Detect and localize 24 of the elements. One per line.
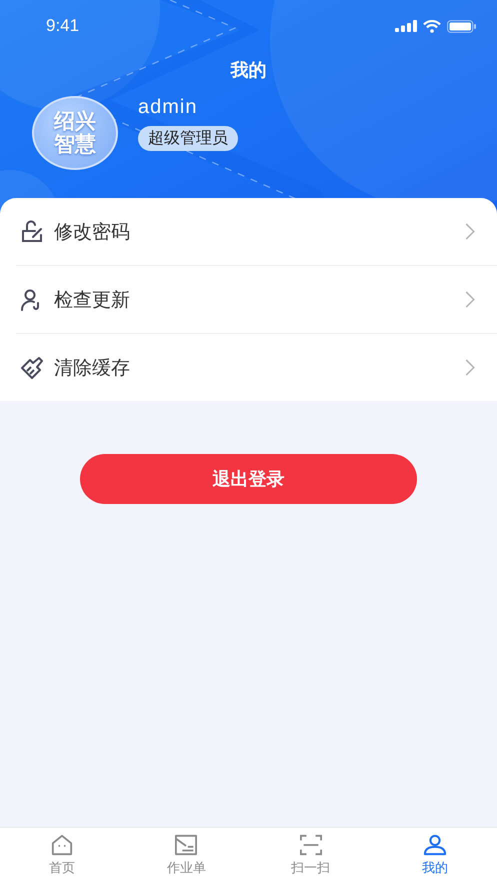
tab[interactable]: 我的 [372,828,497,883]
tab[interactable]: 作业单 [124,828,248,883]
user-icon [422,834,447,856]
role-badge: 超级管理员 [138,126,238,151]
status-time: 9:41 [46,16,80,36]
menu-item[interactable]: 检查更新 [16,266,497,334]
chevron-icon [465,359,475,376]
battery-icon [447,20,477,32]
scan-icon [298,834,323,856]
signal-icon [395,20,417,32]
tab[interactable]: 扫一扫 [248,828,373,883]
envelope-icon [174,834,198,856]
chevron-icon [465,291,475,308]
username: admin [138,96,198,119]
home-icon [50,834,74,856]
broom-icon [20,356,44,380]
menu-item[interactable]: 修改密码 [16,198,497,266]
page-title: 我的 [230,59,266,82]
chevron-icon [465,223,475,240]
tab[interactable]: 首页 [0,828,124,883]
menu-item[interactable]: 清除缓存 [16,334,497,401]
lock-icon [20,220,44,244]
logout-button[interactable]: 退出登录 [80,454,417,504]
wifi-icon [423,20,441,32]
